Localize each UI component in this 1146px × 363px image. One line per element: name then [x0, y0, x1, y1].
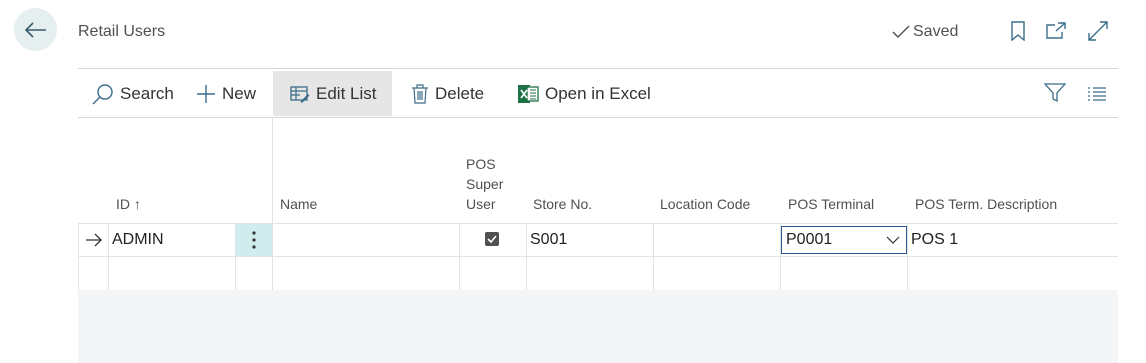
grid-col-divider [526, 223, 527, 290]
header-row-divider [78, 223, 1118, 224]
grid-col-divider [459, 223, 460, 290]
column-header-pos-super-user[interactable]: POS Super User [466, 154, 503, 214]
column-header-pos-term-description[interactable]: POS Term. Description [915, 194, 1057, 214]
more-vertical-icon [252, 231, 256, 249]
cell-store-no[interactable]: S001 [530, 231, 567, 249]
cell-pos-term-description[interactable]: POS 1 [911, 231, 958, 249]
arrow-left-icon [24, 21, 46, 38]
checkmark-icon [892, 25, 910, 38]
page-title: Retail Users [78, 23, 166, 40]
pos-terminal-value: P0001 [786, 231, 833, 248]
delete-button[interactable]: Delete [403, 71, 492, 116]
search-button[interactable]: Search [84, 71, 182, 116]
row-divider [78, 256, 1118, 257]
column-header-location-code[interactable]: Location Code [660, 194, 750, 214]
checkmark-icon [487, 235, 497, 243]
back-button[interactable] [14, 8, 57, 51]
row-actions-button[interactable] [236, 224, 272, 256]
cell-id[interactable]: ADMIN [112, 231, 164, 249]
column-header-name[interactable]: Name [280, 194, 317, 214]
cell-location-code[interactable] [654, 224, 780, 256]
cell-name[interactable] [273, 224, 459, 256]
bookmark-button[interactable] [1007, 20, 1029, 42]
plus-icon [197, 84, 215, 103]
list-view-button[interactable] [1086, 83, 1108, 105]
column-header-pos-super-user-line3: User [466, 196, 496, 212]
filter-button[interactable] [1044, 82, 1066, 104]
pos-terminal-select[interactable]: P0001 [781, 226, 907, 254]
grid-col-divider [907, 223, 908, 290]
open-in-excel-label: Open in Excel [545, 83, 651, 103]
bookmark-icon [1011, 21, 1025, 41]
column-header-pos-super-user-line2: Super [466, 176, 504, 192]
search-icon [92, 83, 113, 104]
open-new-window-button[interactable] [1045, 20, 1067, 42]
header-divider [78, 68, 1118, 69]
search-label: Search [120, 83, 174, 103]
pos-super-user-checkbox[interactable] [485, 232, 499, 246]
trash-icon [412, 83, 428, 104]
grid-left-border [78, 223, 79, 290]
grid-col-divider [108, 223, 109, 290]
saved-status: Saved [892, 23, 958, 41]
list-icon [1088, 87, 1106, 101]
saved-label: Saved [913, 23, 959, 40]
open-new-window-icon [1046, 22, 1066, 39]
expand-icon [1088, 21, 1108, 41]
sort-ascending-icon: ↑ [133, 196, 141, 212]
expand-button[interactable] [1087, 20, 1109, 42]
column-header-pos-super-user-line1: POS [466, 156, 496, 172]
frozen-column-divider [272, 118, 273, 290]
empty-list-area [78, 290, 1118, 363]
edit-list-icon [290, 85, 310, 103]
chevron-down-icon [886, 236, 900, 244]
new-label: New [222, 83, 257, 103]
current-row-arrow-icon [85, 233, 103, 252]
open-in-excel-button[interactable]: Open in Excel [509, 71, 659, 116]
excel-icon [518, 84, 539, 103]
column-header-store-no[interactable]: Store No. [533, 194, 592, 214]
toolbar-divider [78, 117, 1118, 118]
column-header-id-label: ID [116, 196, 130, 212]
column-header-id[interactable]: ID ↑ [116, 194, 141, 214]
delete-label: Delete [435, 83, 485, 103]
column-header-pos-terminal[interactable]: POS Terminal [788, 194, 874, 214]
filter-icon [1044, 83, 1066, 103]
edit-list-label: Edit List [316, 83, 377, 103]
new-button[interactable]: New [188, 71, 264, 116]
edit-list-button[interactable]: Edit List [273, 71, 392, 116]
